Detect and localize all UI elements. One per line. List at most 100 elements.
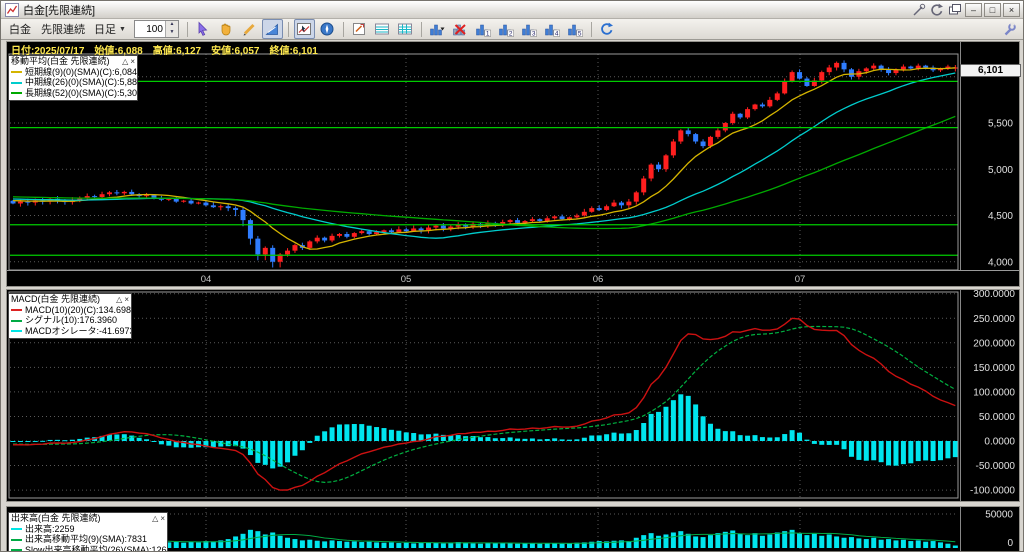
toolbar: 白金 先限連続 日足 ▼ ▲ ▼ 1 2 3 4 5 xyxy=(1,19,1023,40)
toolbar-divider xyxy=(590,21,592,37)
svg-text:04: 04 xyxy=(201,274,212,285)
macd-chart[interactable]: 300.0000 250.0000 200.0000 150.0000 100.0000… xyxy=(7,290,1019,501)
legend-row: 中期線(26)(0)(SMA)(C):5,883 xyxy=(11,77,138,88)
compass-icon[interactable] xyxy=(317,19,338,39)
last-price-tag: 6,101 xyxy=(960,64,1021,77)
legend-row: シグナル(10):176.3960 xyxy=(11,315,129,326)
svg-text:50.0000: 50.0000 xyxy=(979,412,1016,423)
svg-text:2: 2 xyxy=(509,30,513,37)
grid-icon[interactable] xyxy=(395,19,416,39)
legend-collapse-button[interactable]: △ xyxy=(122,57,128,67)
volume-swatch xyxy=(11,528,22,531)
note-icon[interactable] xyxy=(349,19,370,39)
table-icon[interactable] xyxy=(372,19,393,39)
info-date: 日付:2025/07/17 xyxy=(11,46,85,57)
ma-short-swatch xyxy=(11,71,22,74)
svg-text:5,500: 5,500 xyxy=(988,119,1013,130)
svg-text:1: 1 xyxy=(486,30,490,37)
info-low: 安値:6,057 xyxy=(211,46,260,57)
volume-legend: 出来高(白金 先限連続) △ × 出来高:2259 出来高移動平均(9)(SMA… xyxy=(8,512,168,552)
ma-long-swatch xyxy=(11,92,22,95)
timeframe-dropdown[interactable]: 日足 ▼ xyxy=(94,21,126,37)
info-open: 始値:6,088 xyxy=(94,46,143,57)
legend-collapse-button[interactable]: △ xyxy=(116,295,122,305)
bar-count-input[interactable] xyxy=(134,21,165,37)
ma-legend-title: 移動平均(白金 先限連続) xyxy=(11,56,110,66)
svg-text:0: 0 xyxy=(1007,538,1013,549)
remove-indicator-icon[interactable] xyxy=(450,19,471,39)
macd-signal-label: シグナル(10):176.3960 xyxy=(25,315,118,325)
legend-close-button[interactable]: × xyxy=(130,57,135,67)
info-high: 高値:6,127 xyxy=(152,46,202,57)
symbol-label: 白金 xyxy=(9,24,31,36)
legend-row: MACD(10)(20)(C):134.6987 xyxy=(11,304,132,316)
volume-ma-swatch xyxy=(11,538,22,541)
legend-row: MACDオシレータ:-41.6973 xyxy=(11,326,131,337)
macd-osc-swatch xyxy=(11,330,22,333)
ma-mid-swatch xyxy=(11,81,22,84)
indicator-2-icon[interactable]: 2 xyxy=(496,19,517,39)
svg-text:4,500: 4,500 xyxy=(988,211,1013,222)
legend-row: 出来高移動平均(9)(SMA):7831 xyxy=(11,534,165,545)
indicator-3-icon[interactable]: 3 xyxy=(519,19,540,39)
macd-line-label: MACD(10)(20)(C):134.6987 xyxy=(25,304,132,315)
svg-text:3: 3 xyxy=(532,30,536,37)
legend-close-button[interactable]: × xyxy=(160,514,165,524)
svg-text:200.0000: 200.0000 xyxy=(973,338,1015,349)
svg-text:4: 4 xyxy=(555,30,559,37)
title-bar: 白金[先限連続] – □ × xyxy=(1,1,1023,19)
svg-text:100.0000: 100.0000 xyxy=(973,387,1015,398)
legend-close-button[interactable]: × xyxy=(124,295,129,305)
series-label: 先限連続 xyxy=(41,24,85,36)
link-icon[interactable] xyxy=(910,3,927,17)
svg-text:300.0000: 300.0000 xyxy=(973,290,1015,300)
svg-text:5,000: 5,000 xyxy=(988,165,1013,176)
refresh-icon[interactable] xyxy=(597,19,618,39)
wrench-icon[interactable] xyxy=(998,19,1019,39)
svg-text:150.0000: 150.0000 xyxy=(973,363,1015,374)
trend-icon[interactable] xyxy=(261,19,283,39)
minimize-button[interactable]: – xyxy=(965,2,982,17)
cascade-icon[interactable] xyxy=(946,3,963,17)
legend-collapse-button[interactable]: △ xyxy=(152,514,158,524)
legend-row: 出来高:2259 xyxy=(11,523,165,535)
chart-window: 白金[先限連続] – □ × 白金 先限連続 日足 ▼ ▲ ▼ 1 2 3 4 5 5,… xyxy=(0,0,1024,552)
macd-signal-swatch xyxy=(11,319,22,322)
indicator-5-icon[interactable]: 5 xyxy=(565,19,586,39)
ohlc-info-bar: 日付:2025/07/17 始値:6,088 高値:6,127 安値:6,057 終値:… xyxy=(11,42,328,57)
maximize-button[interactable]: □ xyxy=(984,2,1001,17)
toolbar-divider xyxy=(342,21,344,37)
svg-text:07: 07 xyxy=(795,274,806,285)
indicator-1-icon[interactable]: 1 xyxy=(473,19,494,39)
chart-pointer-icon[interactable] xyxy=(293,19,315,39)
window-title: 白金[先限連続] xyxy=(23,4,96,17)
volume-slow-ma-label: Slow出来高移動平均(26)(SMA):12642 xyxy=(25,544,168,552)
spin-down-button[interactable]: ▼ xyxy=(165,29,178,37)
main-price-chart[interactable]: 5,500 5,000 4,500 4,000 04 05 06 07 xyxy=(7,42,1019,286)
svg-text:0.0000: 0.0000 xyxy=(984,437,1015,448)
ma-mid-label: 中期線(26)(0)(SMA)(C):5,883 xyxy=(25,77,138,87)
chevron-down-icon: ▼ xyxy=(119,25,126,33)
volume-slow-ma-swatch xyxy=(11,549,22,551)
svg-text:5: 5 xyxy=(578,30,582,37)
svg-text:-100.0000: -100.0000 xyxy=(970,486,1015,497)
volume-label: 出来高:2259 xyxy=(25,523,75,534)
spin-up-button[interactable]: ▲ xyxy=(165,21,178,29)
indicator-4-icon[interactable]: 4 xyxy=(542,19,563,39)
hand-icon[interactable] xyxy=(216,19,237,39)
svg-text:-50.0000: -50.0000 xyxy=(976,461,1016,472)
macd-line-swatch xyxy=(11,309,22,312)
legend-row: 長期線(52)(0)(SMA)(C):5,304 xyxy=(11,88,137,99)
cursor-icon[interactable] xyxy=(193,19,214,39)
main-chart-panel[interactable]: 5,500 5,000 4,500 4,000 04 05 06 07 xyxy=(6,41,1020,287)
refresh-small-icon[interactable] xyxy=(928,3,945,17)
close-button[interactable]: × xyxy=(1003,2,1020,17)
legend-row: 短期線(9)(0)(SMA)(C):6,084 xyxy=(11,66,138,78)
ma-short-label: 短期線(9)(0)(SMA)(C):6,084 xyxy=(25,66,138,77)
macd-legend-title: MACD(白金 先限連続) xyxy=(11,294,100,304)
macd-panel[interactable]: 300.0000 250.0000 200.0000 150.0000 100.0000… xyxy=(6,289,1020,502)
volume-ma-label: 出来高移動平均(9)(SMA):7831 xyxy=(25,534,148,544)
pencil-icon[interactable] xyxy=(239,19,260,39)
bars-dropdown-icon[interactable] xyxy=(427,19,448,39)
svg-text:05: 05 xyxy=(401,274,412,285)
